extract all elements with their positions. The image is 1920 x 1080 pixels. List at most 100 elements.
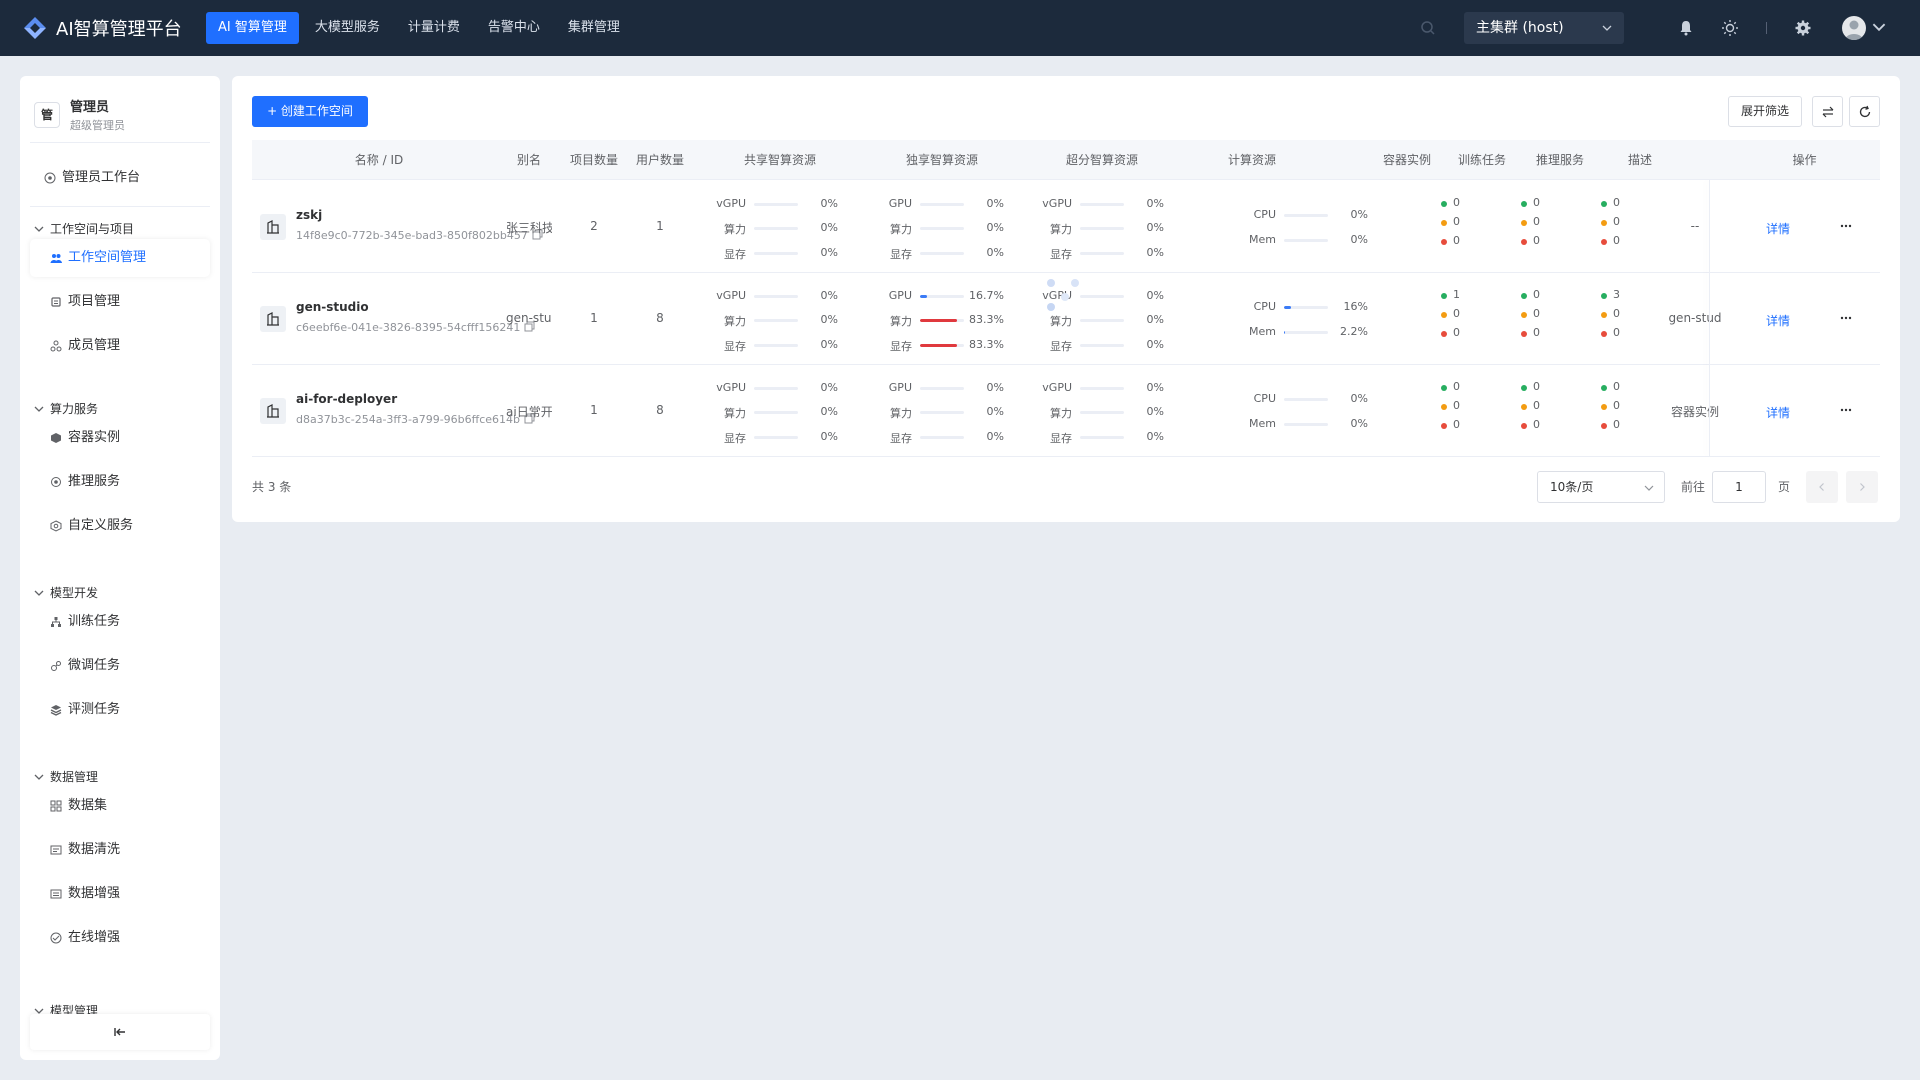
sun-icon[interactable] bbox=[1720, 18, 1740, 38]
more-icon[interactable] bbox=[1839, 219, 1853, 233]
status-count: 0 bbox=[1439, 196, 1460, 214]
resource-meter: 显存 0% bbox=[1038, 427, 1178, 447]
status-count: 0 bbox=[1599, 380, 1620, 398]
bell-icon[interactable] bbox=[1676, 18, 1696, 38]
sidebar-item[interactable]: 数据集 bbox=[30, 787, 210, 825]
usage-percent: 0% bbox=[820, 289, 838, 302]
sidebar-group-header[interactable]: 算力服务 bbox=[30, 399, 210, 419]
cluster-select-value: 主集群 (host) bbox=[1476, 20, 1564, 36]
usage-percent: 0% bbox=[820, 381, 838, 394]
refresh-button[interactable] bbox=[1849, 96, 1880, 127]
sidebar-item[interactable]: 微调任务 bbox=[30, 647, 210, 685]
sidebar-item[interactable]: 自定义服务 bbox=[30, 507, 210, 545]
table-row: ai-for-deployer d8a37b3c-254a-3ff3-a799-9… bbox=[252, 365, 1880, 457]
sidebar-group-header[interactable]: 数据管理 bbox=[30, 767, 210, 787]
status-dot bbox=[1521, 201, 1527, 207]
search-icon[interactable] bbox=[1418, 18, 1438, 38]
sidebar-item[interactable]: 评测任务 bbox=[30, 691, 210, 729]
prev-page-button[interactable] bbox=[1806, 471, 1838, 503]
status-count-value: 0 bbox=[1453, 399, 1460, 412]
page-size-value: 10条/页 bbox=[1550, 480, 1594, 494]
resource-meter: vGPU 0% bbox=[712, 194, 852, 214]
sidebar-item[interactable]: 数据清洗 bbox=[30, 831, 210, 869]
nav-item[interactable]: 大模型服务 bbox=[303, 12, 392, 44]
workspace-name[interactable]: ai-for-deployer bbox=[296, 392, 397, 406]
create-workspace-button[interactable]: + 创建工作空间 bbox=[252, 96, 368, 127]
members-icon bbox=[50, 340, 62, 352]
sidebar-item[interactable]: 成员管理 bbox=[30, 327, 210, 365]
sidebar-item[interactable]: 容器实例 bbox=[30, 419, 210, 457]
sidebar-item-workbench[interactable]: 管理员工作台 bbox=[30, 159, 210, 197]
usage-bar bbox=[1284, 239, 1328, 242]
usage-percent: 0% bbox=[1146, 430, 1164, 443]
sidebar-item[interactable]: 在线增强 bbox=[30, 919, 210, 957]
sidebar-group-header[interactable]: 工作空间与项目 bbox=[30, 219, 210, 239]
page-number-input[interactable]: 1 bbox=[1712, 471, 1766, 503]
description-cell: -- bbox=[1690, 219, 1700, 233]
brand-logo[interactable]: AI智算管理平台 bbox=[20, 13, 204, 43]
chevron-down-icon[interactable] bbox=[1872, 20, 1886, 34]
status-dot bbox=[1441, 331, 1447, 337]
resource-meter: GPU 16.7% bbox=[878, 286, 1018, 306]
alias-cell: ai日常开发 bbox=[506, 405, 552, 419]
status-count-value: 0 bbox=[1453, 418, 1460, 431]
sidebar-item[interactable]: 推理服务 bbox=[30, 463, 210, 501]
usage-bar bbox=[1080, 387, 1124, 390]
detail-link[interactable]: 详情 bbox=[1766, 220, 1790, 237]
usage-bar bbox=[920, 319, 964, 322]
sidebar-item[interactable]: 训练任务 bbox=[30, 603, 210, 641]
status-dot bbox=[1521, 293, 1527, 299]
status-count-value: 0 bbox=[1533, 234, 1540, 247]
main-nav: AI 智算管理 大模型服务 计量计费 告警中心 集群管理 bbox=[206, 12, 636, 44]
usage-bar bbox=[754, 252, 798, 255]
page-size-select[interactable]: 10条/页 bbox=[1537, 471, 1665, 503]
nav-item[interactable]: 告警中心 bbox=[476, 12, 552, 44]
cluster-select[interactable]: 主集群 (host) bbox=[1464, 12, 1624, 44]
status-dot bbox=[1601, 423, 1607, 429]
workspace-name[interactable]: gen-studio bbox=[296, 300, 369, 314]
nav-item[interactable]: 集群管理 bbox=[556, 12, 632, 44]
status-count-value: 0 bbox=[1613, 380, 1620, 393]
status-count-value: 0 bbox=[1533, 288, 1540, 301]
sidebar-item-label: 数据集 bbox=[68, 798, 108, 813]
resource-meter: 显存 0% bbox=[878, 427, 1018, 447]
status-dot bbox=[1601, 239, 1607, 245]
column-settings-button[interactable] bbox=[1812, 96, 1843, 127]
sidebar-item-label: 自定义服务 bbox=[68, 518, 134, 533]
sidebar-item[interactable]: 数据增强 bbox=[30, 875, 210, 913]
status-dot bbox=[1601, 201, 1607, 207]
detail-link[interactable]: 详情 bbox=[1766, 404, 1790, 421]
alias-cell: 张三科技... bbox=[506, 221, 552, 235]
sidebar-item[interactable]: 项目管理 bbox=[30, 283, 210, 321]
status-count-value: 0 bbox=[1613, 399, 1620, 412]
dashboard-icon bbox=[44, 172, 56, 184]
resource-meter: CPU 16% bbox=[1242, 297, 1382, 317]
more-icon[interactable] bbox=[1839, 311, 1853, 325]
usage-bar bbox=[1080, 344, 1124, 347]
usage-percent: 0% bbox=[820, 313, 838, 326]
usage-bar bbox=[754, 411, 798, 414]
status-dot bbox=[1441, 239, 1447, 245]
nav-item[interactable]: 计量计费 bbox=[396, 12, 472, 44]
expand-filter-button[interactable]: 展开筛选 bbox=[1728, 96, 1802, 127]
sidebar-group-header[interactable]: 模型开发 bbox=[30, 583, 210, 603]
workspace-name[interactable]: zskj bbox=[296, 208, 322, 222]
avatar[interactable] bbox=[1842, 16, 1866, 40]
nav-item[interactable]: AI 智算管理 bbox=[206, 12, 299, 44]
usage-percent: 0% bbox=[1146, 381, 1164, 394]
next-page-button[interactable] bbox=[1846, 471, 1878, 503]
more-icon[interactable] bbox=[1839, 403, 1853, 417]
resource-label: CPU bbox=[1253, 208, 1276, 221]
column-header: 共享智算资源 bbox=[743, 153, 816, 167]
status-count-value: 0 bbox=[1613, 326, 1620, 339]
gear-icon[interactable] bbox=[1793, 18, 1813, 38]
workspace-id-text: c6eebf6e-041e-3826-8395-54cfff156241 bbox=[296, 321, 521, 334]
sidebar-collapse-button[interactable] bbox=[30, 1014, 210, 1050]
sidebar-item[interactable]: 工作空间管理 bbox=[30, 239, 210, 277]
cube-icon bbox=[51, 433, 61, 443]
sidebar-item-label: 在线增强 bbox=[68, 930, 121, 945]
usage-percent: 2.2% bbox=[1340, 325, 1368, 338]
user-avatar-icon bbox=[1845, 20, 1863, 40]
usage-bar bbox=[1284, 306, 1328, 309]
detail-link[interactable]: 详情 bbox=[1766, 312, 1790, 329]
